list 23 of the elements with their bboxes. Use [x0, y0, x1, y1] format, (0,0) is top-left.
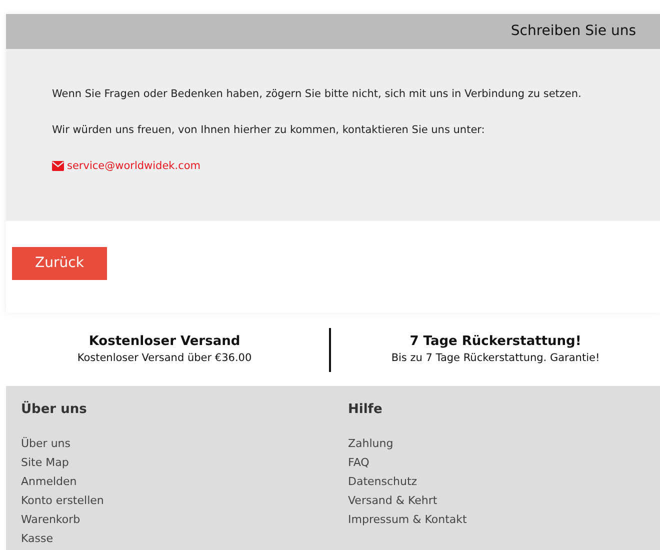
- footer-link[interactable]: FAQ: [348, 452, 370, 472]
- envelope-icon: [52, 161, 64, 171]
- footer-heading: Hilfe: [348, 401, 384, 419]
- message-text: Wenn Sie Fragen oder Bedenken haben, zögern Sie bitte nicht, sich mit uns in Verbindung zu setzen.: [52, 87, 582, 101]
- feature-text: Bis zu 7 Tage Rückerstattung. Garantie!: [391, 351, 600, 366]
- footer-link[interactable]: Konto erstellen: [21, 490, 104, 510]
- footer-link[interactable]: Site Map: [21, 452, 69, 472]
- footer-heading: Über uns: [21, 400, 88, 419]
- feature-title: Kostenloser Versand: [88, 332, 240, 351]
- footer-link[interactable]: Zahlung: [348, 434, 394, 452]
- footer-link[interactable]: Warenkorb: [21, 510, 80, 528]
- footer-link[interactable]: Kasse: [21, 528, 53, 548]
- feature-title: 7 Tage Rückerstattung!: [410, 332, 582, 351]
- feature-text: Kostenloser Versand über €36.00: [77, 351, 252, 366]
- footer-link[interactable]: Datenschutz: [348, 472, 418, 490]
- email-link[interactable]: service@worldwidek.com: [52, 159, 200, 173]
- footer-link[interactable]: Versand & Kehrt: [348, 490, 438, 510]
- message-text: Wir würden uns freuen, von Ihnen hierher zu kommen, kontaktieren Sie uns unter:: [52, 123, 486, 137]
- footer-link[interactable]: Über uns: [21, 434, 70, 452]
- footer-link[interactable]: Impressum & Kontakt: [348, 510, 467, 528]
- footer-link[interactable]: Anmelden: [21, 472, 77, 490]
- header-title: Schreiben Sie uns: [510, 22, 636, 41]
- back-button[interactable]: Zurück: [12, 247, 107, 280]
